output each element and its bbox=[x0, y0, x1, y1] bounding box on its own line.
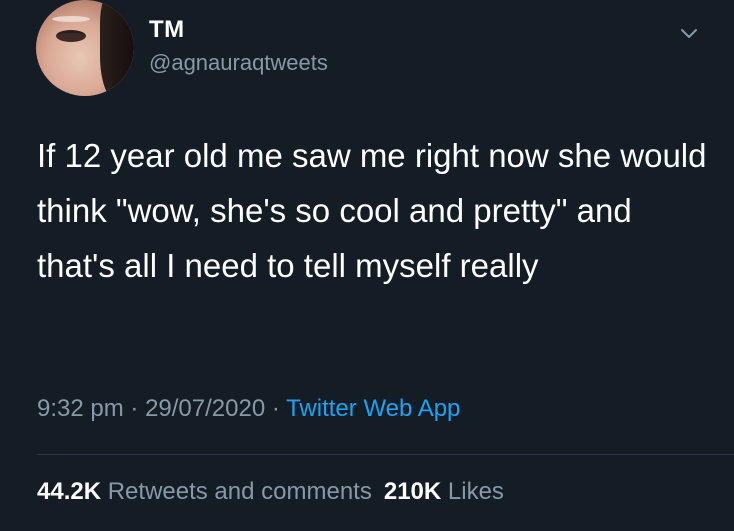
meta-separator: · bbox=[271, 395, 280, 422]
likes-count: 210K bbox=[383, 478, 442, 505]
retweets-count: 44.2K bbox=[37, 478, 102, 505]
tweet-text: If 12 year old me saw me right now she w… bbox=[37, 137, 707, 284]
retweets-label: Retweets and comments bbox=[107, 478, 372, 505]
tweet-time[interactable]: 9:32 pm bbox=[37, 395, 124, 422]
likes-stat[interactable]: 210K Likes bbox=[384, 478, 504, 505]
user-handle[interactable]: @agnauraqtweets bbox=[149, 50, 328, 76]
chevron-down-icon[interactable] bbox=[679, 24, 699, 44]
avatar-hair bbox=[100, 0, 134, 96]
meta-separator: · bbox=[130, 395, 139, 422]
tweet-meta: 9:32 pm · 29/07/2020 · Twitter Web App bbox=[37, 395, 460, 423]
avatar-eye bbox=[56, 30, 86, 42]
tweet-card: TM @agnauraqtweets If 12 year old me saw… bbox=[0, 0, 734, 531]
tweet-source-link[interactable]: Twitter Web App bbox=[286, 395, 460, 422]
divider bbox=[37, 454, 734, 455]
tweet-date[interactable]: 29/07/2020 bbox=[145, 395, 265, 422]
avatar[interactable] bbox=[36, 0, 134, 96]
retweets-stat[interactable]: 44.2K Retweets and comments bbox=[37, 478, 372, 505]
user-name[interactable]: TM bbox=[149, 16, 185, 44]
avatar-brow bbox=[52, 16, 90, 22]
tweet-stats: 44.2K Retweets and comments 210K Likes bbox=[37, 478, 504, 506]
likes-label: Likes bbox=[447, 478, 504, 505]
